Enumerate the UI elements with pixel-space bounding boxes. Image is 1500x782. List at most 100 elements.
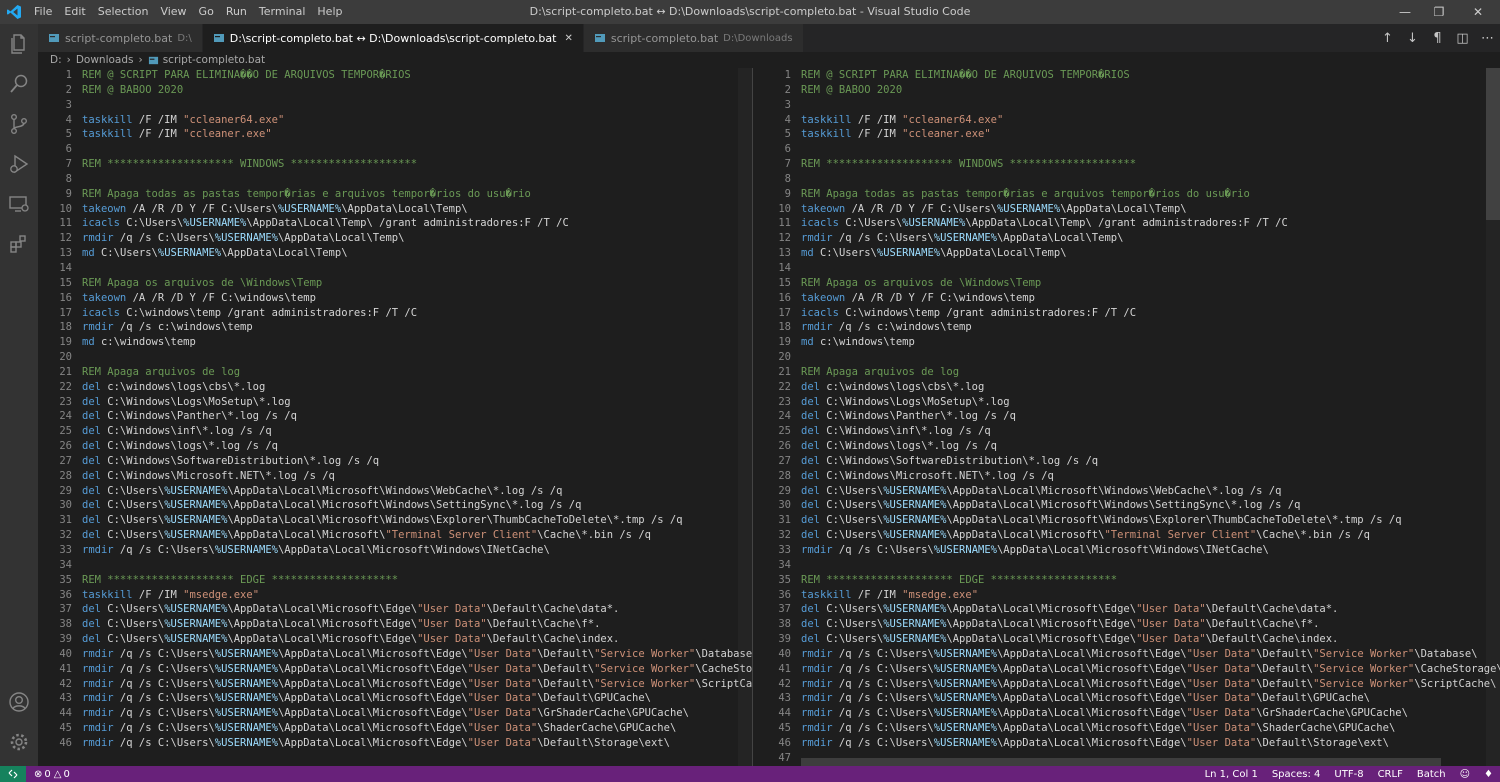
code-line[interactable]: 27 del C:\Windows\SoftwareDistribution\*.… xyxy=(38,454,752,469)
code-line[interactable]: 2 REM @ BABOO 2020 xyxy=(757,83,1500,98)
code-line[interactable]: 44 rmdir /q /s C:\Users\%USERNAME%\AppDat… xyxy=(38,706,752,721)
vertical-scrollbar[interactable] xyxy=(1486,68,1500,766)
code-line[interactable]: 8 xyxy=(757,172,1500,187)
code-line[interactable]: 19 md c:\windows\temp xyxy=(38,335,752,350)
code-line[interactable]: 23 del C:\Windows\Logs\MoSetup\*.log xyxy=(38,395,752,410)
code-line[interactable]: 5 taskkill /F /IM "ccleaner.exe" xyxy=(38,127,752,142)
code-line[interactable]: 20 xyxy=(757,350,1500,365)
code-line[interactable]: 36 taskkill /F /IM "msedge.exe" xyxy=(757,588,1500,603)
code-line[interactable]: 37 del C:\Users\%USERNAME%\AppData\Local\… xyxy=(38,602,752,617)
close-button[interactable]: ✕ xyxy=(1456,0,1500,24)
code-line[interactable]: 9 REM Apaga todas as pastas tempor�rias e… xyxy=(38,187,752,202)
code-line[interactable]: 21 REM Apaga arquivos de log xyxy=(38,365,752,380)
scrollbar-thumb[interactable] xyxy=(1486,68,1500,220)
code-line[interactable]: 6 xyxy=(38,142,752,157)
code-line[interactable]: 32 del C:\Users\%USERNAME%\AppData\Local\… xyxy=(757,528,1500,543)
code-line[interactable]: 38 del C:\Users\%USERNAME%\AppData\Local\… xyxy=(38,617,752,632)
end-of-line[interactable]: CRLF xyxy=(1371,769,1410,780)
breadcrumb-file[interactable]: script-completo.bat xyxy=(163,54,265,66)
problems-indicator[interactable]: ⊗ 0 △ 0 xyxy=(34,769,70,780)
code-line[interactable]: 35 REM ******************** EDGE ********… xyxy=(38,573,752,588)
code-line[interactable]: 40 rmdir /q /s C:\Users\%USERNAME%\AppDat… xyxy=(757,647,1500,662)
code-line[interactable]: 7 REM ******************** WINDOWS ******… xyxy=(38,157,752,172)
code-line[interactable]: 8 xyxy=(38,172,752,187)
language-mode[interactable]: Batch xyxy=(1410,769,1453,780)
code-line[interactable]: 15 REM Apaga os arquivos de \Windows\Temp xyxy=(757,276,1500,291)
code-line[interactable]: 28 del C:\Windows\Microsoft.NET\*.log /s … xyxy=(38,469,752,484)
code-line[interactable]: 3 xyxy=(757,98,1500,113)
code-line[interactable]: 34 xyxy=(38,558,752,573)
horizontal-scrollbar[interactable] xyxy=(801,758,1441,766)
tab-close-icon[interactable]: ✕ xyxy=(564,33,572,44)
tab-script-completo-d[interactable]: script-completo.bat D:\ xyxy=(38,24,203,52)
menu-edit[interactable]: Edit xyxy=(58,0,91,24)
code-line[interactable]: 4 taskkill /F /IM "ccleaner64.exe" xyxy=(38,113,752,128)
code-line[interactable]: 33 rmdir /q /s C:\Users\%USERNAME%\AppDat… xyxy=(757,543,1500,558)
breadcrumb-drive[interactable]: D: xyxy=(50,54,62,66)
explorer-icon[interactable] xyxy=(7,32,31,56)
code-line[interactable]: 41 rmdir /q /s C:\Users\%USERNAME%\AppDat… xyxy=(757,662,1500,677)
tab-script-completo-downloads[interactable]: script-completo.bat D:\Downloads xyxy=(583,24,804,52)
code-line[interactable]: 4 taskkill /F /IM "ccleaner64.exe" xyxy=(757,113,1500,128)
code-line[interactable]: 12 rmdir /q /s C:\Users\%USERNAME%\AppDat… xyxy=(38,231,752,246)
next-change-icon[interactable]: ↓ xyxy=(1400,31,1425,46)
code-line[interactable]: 17 icacls C:\windows\temp /grant administ… xyxy=(38,306,752,321)
code-line[interactable]: 10 takeown /A /R /D Y /F C:\Users\%USERNA… xyxy=(38,202,752,217)
minimize-button[interactable]: — xyxy=(1388,0,1422,24)
code-line[interactable]: 15 REM Apaga os arquivos de \Windows\Temp xyxy=(38,276,752,291)
code-line[interactable]: 20 xyxy=(38,350,752,365)
menu-run[interactable]: Run xyxy=(220,0,253,24)
code-line[interactable]: 29 del C:\Users\%USERNAME%\AppData\Local\… xyxy=(38,484,752,499)
code-line[interactable]: 43 rmdir /q /s C:\Users\%USERNAME%\AppDat… xyxy=(38,691,752,706)
menu-terminal[interactable]: Terminal xyxy=(253,0,312,24)
code-line[interactable]: 28 del C:\Windows\Microsoft.NET\*.log /s … xyxy=(757,469,1500,484)
code-line[interactable]: 37 del C:\Users\%USERNAME%\AppData\Local\… xyxy=(757,602,1500,617)
code-line[interactable]: 12 rmdir /q /s C:\Users\%USERNAME%\AppDat… xyxy=(757,231,1500,246)
code-line[interactable]: 43 rmdir /q /s C:\Users\%USERNAME%\AppDat… xyxy=(757,691,1500,706)
vertical-scrollbar[interactable] xyxy=(738,68,752,766)
menu-file[interactable]: File xyxy=(28,0,58,24)
run-debug-icon[interactable] xyxy=(7,152,31,176)
code-line[interactable]: 18 rmdir /q /s c:\windows\temp xyxy=(757,320,1500,335)
code-line[interactable]: 39 del C:\Users\%USERNAME%\AppData\Local\… xyxy=(757,632,1500,647)
code-line[interactable]: 39 del C:\Users\%USERNAME%\AppData\Local\… xyxy=(38,632,752,647)
more-actions-icon[interactable]: ⋯ xyxy=(1475,31,1500,46)
code-line[interactable]: 41 rmdir /q /s C:\Users\%USERNAME%\AppDat… xyxy=(38,662,752,677)
code-line[interactable]: 46 rmdir /q /s C:\Users\%USERNAME%\AppDat… xyxy=(757,736,1500,751)
menu-selection[interactable]: Selection xyxy=(92,0,155,24)
code-line[interactable]: 14 xyxy=(38,261,752,276)
code-line[interactable]: 14 xyxy=(757,261,1500,276)
code-line[interactable]: 22 del c:\windows\logs\cbs\*.log xyxy=(757,380,1500,395)
code-line[interactable]: 45 rmdir /q /s C:\Users\%USERNAME%\AppDat… xyxy=(38,721,752,736)
code-line[interactable]: 30 del C:\Users\%USERNAME%\AppData\Local\… xyxy=(757,498,1500,513)
code-line[interactable]: 25 del C:\Windows\inf\*.log /s /q xyxy=(757,424,1500,439)
diff-original-editor[interactable]: 1 REM @ SCRIPT PARA ELIMINA��O DE ARQUIVO… xyxy=(38,68,752,766)
code-line[interactable]: 38 del C:\Users\%USERNAME%\AppData\Local\… xyxy=(757,617,1500,632)
code-line[interactable]: 35 REM ******************** EDGE ********… xyxy=(757,573,1500,588)
extensions-icon[interactable] xyxy=(7,232,31,256)
code-line[interactable]: 24 del C:\Windows\Panther\*.log /s /q xyxy=(757,409,1500,424)
code-line[interactable]: 45 rmdir /q /s C:\Users\%USERNAME%\AppDat… xyxy=(757,721,1500,736)
code-line[interactable]: 5 taskkill /F /IM "ccleaner.exe" xyxy=(757,127,1500,142)
encoding[interactable]: UTF-8 xyxy=(1327,769,1370,780)
search-icon[interactable] xyxy=(7,72,31,96)
code-line[interactable]: 19 md c:\windows\temp xyxy=(757,335,1500,350)
code-line[interactable]: 31 del C:\Users\%USERNAME%\AppData\Local\… xyxy=(38,513,752,528)
code-line[interactable]: 6 xyxy=(757,142,1500,157)
code-line[interactable]: 11 icacls C:\Users\%USERNAME%\AppData\Loc… xyxy=(38,216,752,231)
code-line[interactable]: 1 REM @ SCRIPT PARA ELIMINA��O DE ARQUIVO… xyxy=(757,68,1500,83)
code-line[interactable]: 21 REM Apaga arquivos de log xyxy=(757,365,1500,380)
whitespace-icon[interactable]: ¶ xyxy=(1425,31,1450,46)
code-line[interactable]: 34 xyxy=(757,558,1500,573)
menu-go[interactable]: Go xyxy=(193,0,220,24)
indentation[interactable]: Spaces: 4 xyxy=(1265,769,1328,780)
code-line[interactable]: 29 del C:\Users\%USERNAME%\AppData\Local\… xyxy=(757,484,1500,499)
code-line[interactable]: 26 del C:\Windows\logs\*.log /s /q xyxy=(38,439,752,454)
code-line[interactable]: 11 icacls C:\Users\%USERNAME%\AppData\Loc… xyxy=(757,216,1500,231)
code-line[interactable]: 26 del C:\Windows\logs\*.log /s /q xyxy=(757,439,1500,454)
code-line[interactable]: 3 xyxy=(38,98,752,113)
account-icon[interactable] xyxy=(7,690,31,714)
code-line[interactable]: 13 md C:\Users\%USERNAME%\AppData\Local\T… xyxy=(757,246,1500,261)
cursor-position[interactable]: Ln 1, Col 1 xyxy=(1198,769,1265,780)
code-line[interactable]: 33 rmdir /q /s C:\Users\%USERNAME%\AppDat… xyxy=(38,543,752,558)
